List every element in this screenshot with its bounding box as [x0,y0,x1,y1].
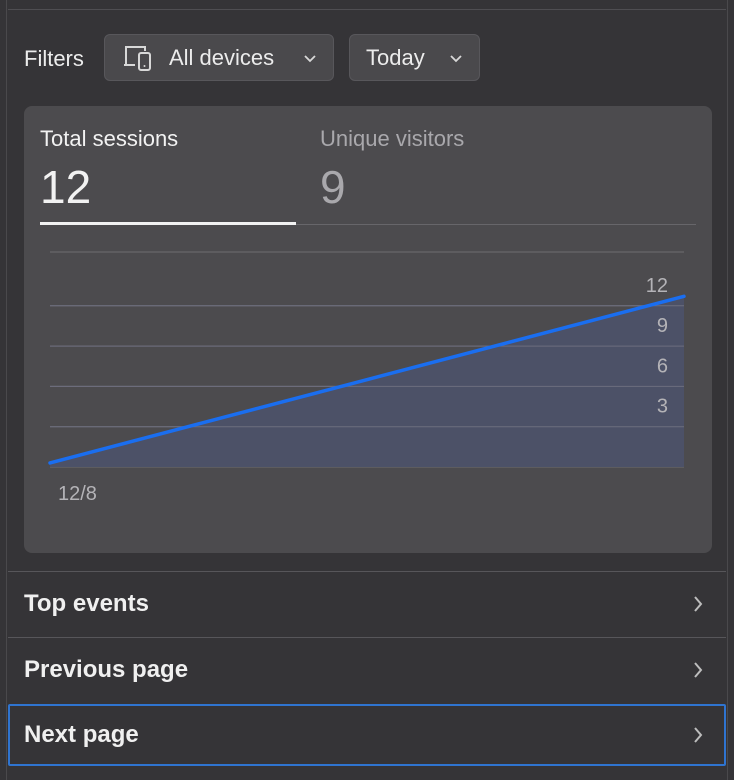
top-divider [8,9,726,10]
chevron-down-icon [304,54,316,62]
previous-page-row[interactable]: Previous page [8,637,726,701]
device-filter-dropdown[interactable]: All devices [104,34,334,81]
chevron-right-icon [694,595,703,612]
y-tick-label: 9 [657,315,668,337]
chevron-right-icon [694,661,703,678]
stats-card: Total sessions 12 Unique visitors 9 3691… [24,106,712,553]
chevron-down-icon [450,54,462,62]
chevron-right-icon [694,727,703,743]
y-tick-label: 3 [657,396,668,418]
y-tick-label: 6 [657,355,668,377]
sessions-chart: 3 6 9 12 12/8 [48,251,686,505]
x-tick-label: 12/8 [58,483,97,505]
row-label: Top events [24,589,149,617]
date-filter-dropdown[interactable]: Today [349,34,480,81]
top-events-row[interactable]: Top events [8,571,726,635]
y-tick-label: 12 [646,275,668,297]
row-label: Previous page [24,655,189,683]
row-label: Next page [24,721,139,748]
next-page-row[interactable]: Next page [8,704,726,766]
date-filter-value: Today [366,44,425,70]
filters-label: Filters [24,46,84,71]
devices-icon [124,45,151,71]
device-filter-value: All devices [169,44,275,70]
